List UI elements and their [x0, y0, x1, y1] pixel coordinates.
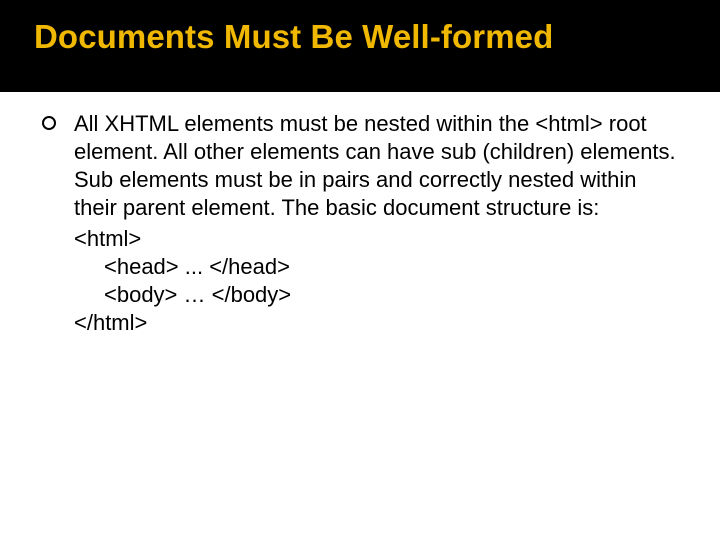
title-band: Documents Must Be Well-formed [0, 0, 720, 92]
slide-title: Documents Must Be Well-formed [34, 18, 720, 56]
bullet-item: All XHTML elements must be nested within… [42, 110, 684, 337]
structure-line-head: <head> ... </head> [74, 253, 684, 281]
structure-line-close-html: </html> [74, 309, 684, 337]
structure-line-open-html: <html> [74, 225, 684, 253]
bullet-marker-icon [42, 116, 56, 130]
bullet-body: All XHTML elements must be nested within… [74, 110, 684, 337]
structure-line-body: <body> … </body> [74, 281, 684, 309]
bullet-paragraph: All XHTML elements must be nested within… [74, 111, 676, 220]
structure-block: <html> <head> ... </head> <body> … </bod… [74, 225, 684, 338]
slide-content: All XHTML elements must be nested within… [0, 92, 720, 337]
